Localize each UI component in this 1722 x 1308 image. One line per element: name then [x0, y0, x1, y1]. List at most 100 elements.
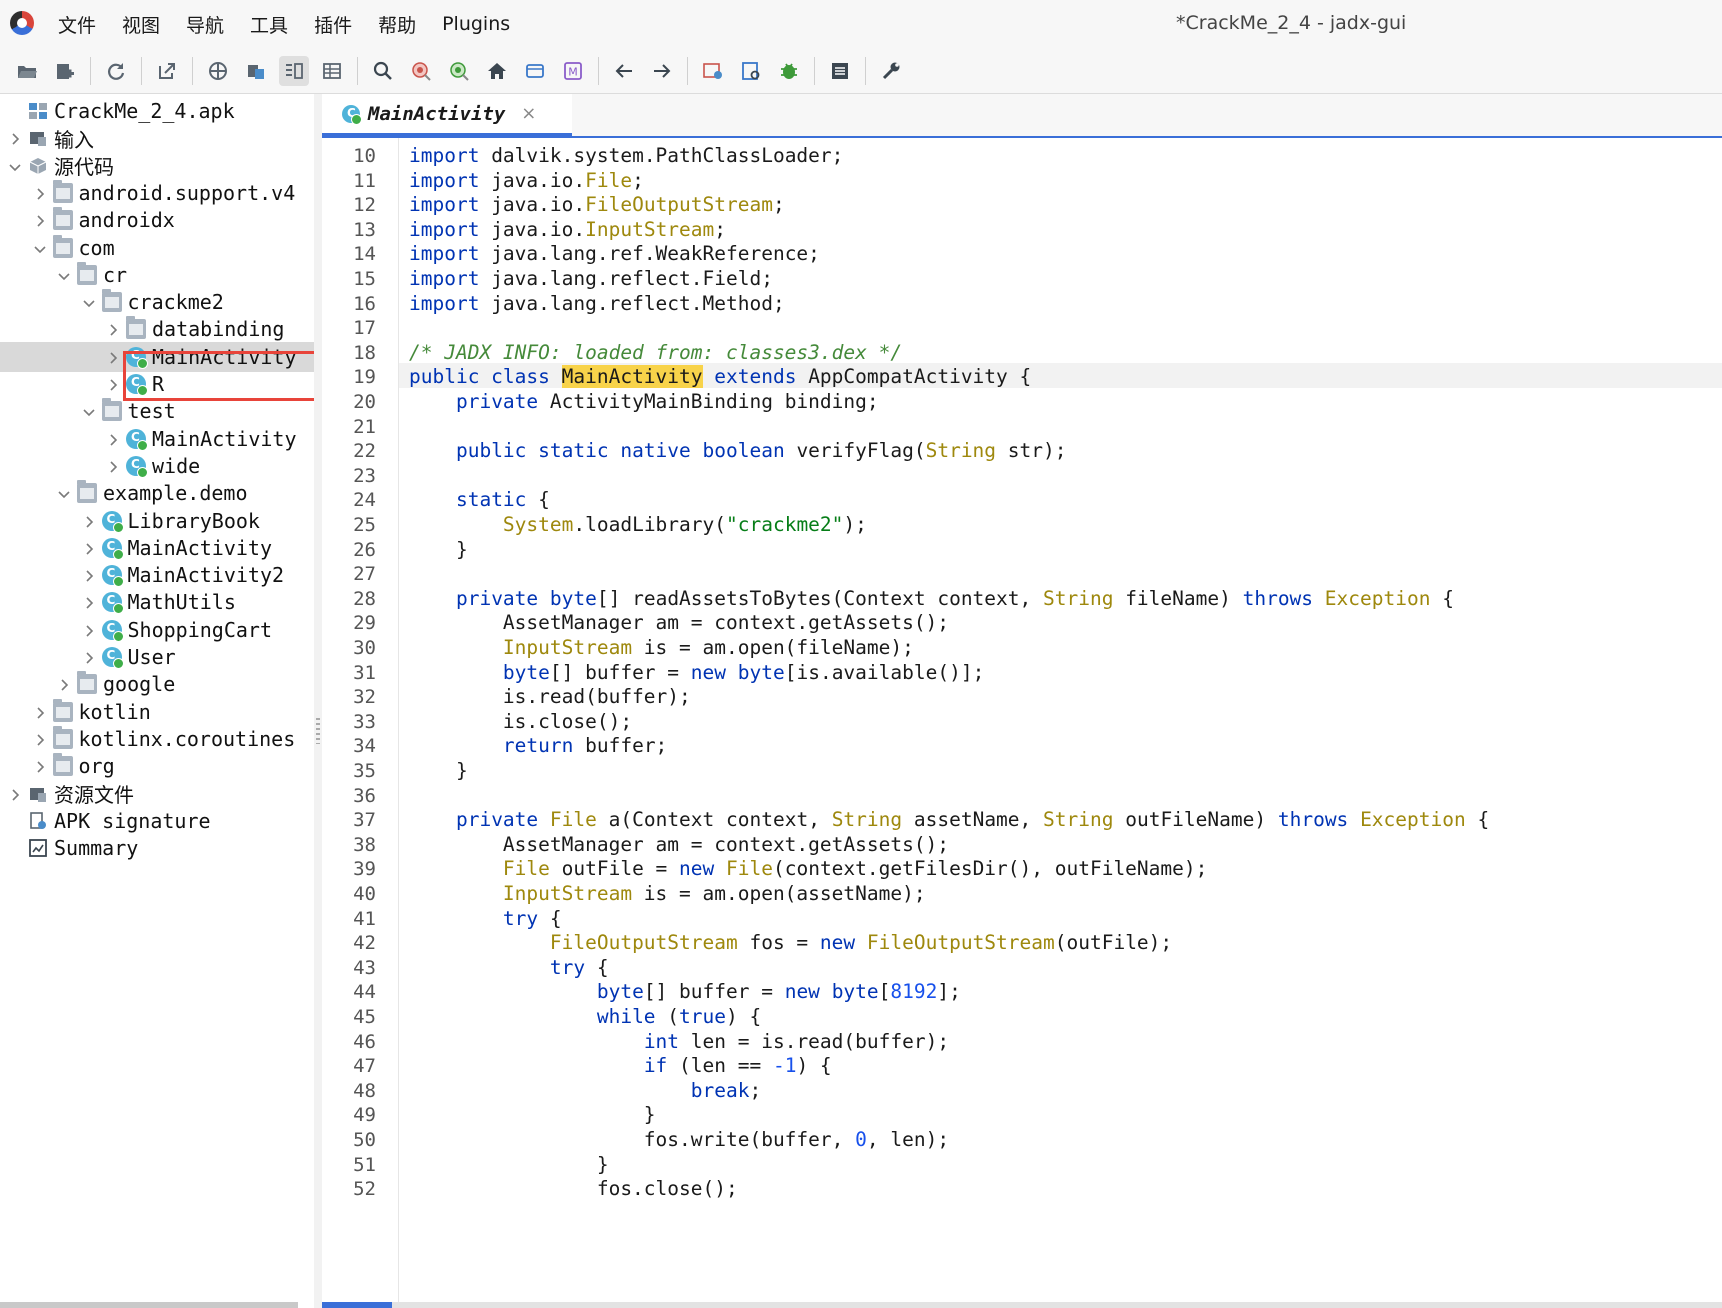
code-line[interactable]: InputStream is = am.open(fileName); — [409, 634, 914, 661]
menu-view[interactable]: 视图 — [122, 11, 160, 38]
code-line[interactable]: AssetManager am = context.getAssets(); — [409, 609, 949, 636]
chevron-right-icon[interactable] — [106, 459, 120, 473]
code-line[interactable]: System.loadLibrary("crackme2"); — [409, 511, 867, 538]
code-line[interactable]: InputStream is = am.open(assetName); — [409, 880, 926, 907]
code-line[interactable]: FileOutputStream fos = new FileOutputStr… — [409, 929, 1172, 956]
reload-icon[interactable] — [101, 56, 131, 86]
chevron-right-icon[interactable] — [57, 677, 71, 691]
deobfuscation-icon[interactable] — [698, 56, 728, 86]
code-line[interactable]: byte[] buffer = new byte[8192]; — [409, 978, 961, 1005]
search-icon[interactable] — [368, 56, 398, 86]
code-line[interactable]: import java.lang.reflect.Field; — [409, 265, 773, 292]
tree-item[interactable]: Summary — [0, 833, 314, 863]
tree-item[interactable]: MainActivity — [0, 424, 314, 454]
code-line[interactable]: } — [409, 1151, 609, 1178]
tree-item[interactable]: kotlin — [0, 697, 314, 727]
code-line[interactable]: import java.lang.reflect.Method; — [409, 290, 785, 317]
tree-item[interactable]: APK signature — [0, 806, 314, 836]
chevron-down-icon[interactable] — [82, 295, 96, 309]
tree-item[interactable]: 源代码 — [0, 151, 314, 181]
code-line[interactable]: File outFile = new File(context.getFiles… — [409, 855, 1207, 882]
menu-navigation[interactable]: 导航 — [186, 11, 224, 38]
smali-icon[interactable]: M — [558, 56, 588, 86]
chevron-right-icon[interactable] — [33, 732, 47, 746]
code-line[interactable]: } — [409, 757, 468, 784]
chevron-right-icon[interactable] — [82, 623, 96, 637]
open-folder-icon[interactable] — [12, 56, 42, 86]
tree-horizontal-scrollbar[interactable] — [0, 1302, 298, 1308]
chevron-right-icon[interactable] — [82, 514, 96, 528]
chevron-right-icon[interactable] — [106, 377, 120, 391]
code-line[interactable]: } — [409, 1101, 656, 1128]
tree-item[interactable]: User — [0, 642, 314, 672]
tree-item[interactable]: CrackMe_2_4.apk — [0, 96, 314, 126]
tab-mainactivity[interactable]: MainActivity × — [322, 94, 572, 136]
code-line[interactable]: import java.lang.ref.WeakReference; — [409, 240, 820, 267]
code-line[interactable]: fos.write(buffer, 0, len); — [409, 1126, 949, 1153]
window-icon[interactable] — [520, 56, 550, 86]
log-icon[interactable] — [825, 56, 855, 86]
code-line[interactable]: import java.io.File; — [409, 167, 644, 194]
tree-item[interactable]: MainActivity — [0, 533, 314, 563]
forward-icon[interactable] — [647, 56, 677, 86]
code-line[interactable]: try { — [409, 905, 562, 932]
code-line[interactable]: private byte[] readAssetsToBytes(Context… — [409, 585, 1454, 612]
sync-icon[interactable] — [203, 56, 233, 86]
chevron-right-icon[interactable] — [106, 350, 120, 364]
code-line[interactable]: return buffer; — [409, 732, 667, 759]
find-class-icon[interactable] — [406, 56, 436, 86]
save-all-icon[interactable] — [241, 56, 271, 86]
code-line[interactable]: static { — [409, 486, 550, 513]
code-line[interactable]: try { — [409, 954, 609, 981]
chevron-right-icon[interactable] — [33, 705, 47, 719]
chevron-right-icon[interactable] — [8, 131, 22, 145]
code-line[interactable]: import java.io.FileOutputStream; — [409, 191, 785, 218]
menu-plugins[interactable]: Plugins — [442, 13, 510, 35]
debug-icon[interactable] — [774, 56, 804, 86]
code-line[interactable]: } — [409, 536, 468, 563]
add-files-icon[interactable] — [50, 56, 80, 86]
tree-item[interactable]: 资源文件 — [0, 779, 314, 809]
chevron-down-icon[interactable] — [57, 268, 71, 282]
chevron-right-icon[interactable] — [82, 650, 96, 664]
tree-item[interactable]: MainActivity2 — [0, 560, 314, 590]
table-icon[interactable] — [317, 56, 347, 86]
editor-horizontal-scrollbar[interactable] — [322, 1302, 1722, 1308]
chevron-right-icon[interactable] — [106, 432, 120, 446]
chevron-right-icon[interactable] — [8, 787, 22, 801]
code-line[interactable]: fos.close(); — [409, 1175, 738, 1202]
tree-item[interactable]: cr — [0, 260, 314, 290]
editor-scroll-thumb[interactable] — [322, 1302, 392, 1308]
find-usage-icon[interactable] — [444, 56, 474, 86]
code-editor[interactable]: 10 11 12 13 14 15 16 17 18 19 20 21 22 23 24 25 26 27 28 29… — [322, 138, 1722, 1308]
code-line[interactable]: /* JADX INFO: loaded from: classes3.dex … — [409, 339, 902, 366]
chevron-right-icon[interactable] — [82, 595, 96, 609]
chevron-right-icon[interactable] — [33, 213, 47, 227]
code-line[interactable]: while (true) { — [409, 1003, 761, 1030]
menu-tools[interactable]: 工具 — [250, 11, 288, 38]
code-line[interactable]: public static native boolean verifyFlag(… — [409, 437, 1067, 464]
panel-splitter[interactable] — [314, 94, 322, 1308]
code-line[interactable]: if (len == -1) { — [409, 1052, 832, 1079]
menu-file[interactable]: 文件 — [58, 11, 96, 38]
tree-item[interactable]: org — [0, 751, 314, 781]
chevron-right-icon[interactable] — [106, 322, 120, 336]
tree-item[interactable]: MathUtils — [0, 587, 314, 617]
chevron-right-icon[interactable] — [33, 759, 47, 773]
code-line[interactable]: import dalvik.system.PathClassLoader; — [409, 142, 843, 169]
tree-item[interactable]: google — [0, 669, 314, 699]
flatten-packages-icon[interactable] — [279, 55, 309, 86]
chevron-down-icon[interactable] — [33, 241, 47, 255]
code-line[interactable]: break; — [409, 1077, 761, 1104]
log-viewer-icon[interactable] — [736, 56, 766, 86]
menu-plugins-cn[interactable]: 插件 — [314, 11, 352, 38]
splitter-grip[interactable] — [316, 718, 320, 744]
tree-item[interactable]: ShoppingCart — [0, 615, 314, 645]
chevron-right-icon[interactable] — [82, 541, 96, 555]
chevron-down-icon[interactable] — [82, 404, 96, 418]
tree-item[interactable]: wide — [0, 451, 314, 481]
tree-item[interactable]: com — [0, 233, 314, 263]
home-icon[interactable] — [482, 56, 512, 86]
tree-item[interactable]: 输入 — [0, 123, 314, 153]
code-line[interactable]: byte[] buffer = new byte[is.available()]… — [409, 659, 984, 686]
